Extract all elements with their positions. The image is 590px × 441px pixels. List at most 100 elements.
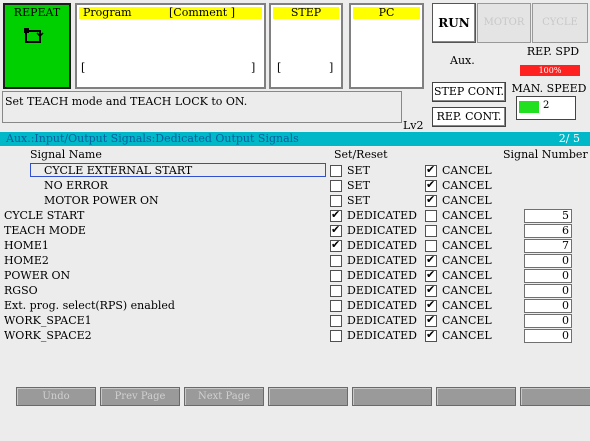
set-dedicated-checkbox[interactable] <box>330 300 342 312</box>
signal-name: CYCLE EXTERNAL START <box>44 164 193 177</box>
signal-number-field[interactable]: 7 <box>524 239 572 253</box>
table-row[interactable]: WORK_SPACE1 DEDICATED CANCEL 0 <box>0 313 590 328</box>
message-text: Set TEACH mode and TEACH LOCK to ON. <box>5 95 248 108</box>
set-dedicated-checkbox[interactable] <box>330 165 342 177</box>
program-label: Program <box>83 7 132 19</box>
step-bracket-open: [ <box>277 61 282 74</box>
cancel-label: CANCEL <box>442 299 492 312</box>
table-row[interactable]: TEACH MODE DEDICATED CANCEL 6 <box>0 223 590 238</box>
set-dedicated-checkbox[interactable] <box>330 208 342 222</box>
cancel-label: CANCEL <box>442 239 492 252</box>
table-row[interactable]: RGSO DEDICATED CANCEL 0 <box>0 283 590 298</box>
set-dedicated-label: DEDICATED <box>347 314 417 327</box>
set-dedicated-label: DEDICATED <box>347 284 417 297</box>
signal-name: TEACH MODE <box>4 224 86 237</box>
set-dedicated-checkbox[interactable] <box>330 285 342 297</box>
cancel-label: CANCEL <box>442 194 492 207</box>
cancel-checkbox[interactable] <box>425 193 437 207</box>
cancel-label: CANCEL <box>442 179 492 192</box>
signal-name: HOME2 <box>4 254 49 267</box>
cancel-checkbox[interactable] <box>425 210 437 222</box>
run-indicator: RUN <box>432 3 476 43</box>
repeat-loop-icon <box>23 27 45 45</box>
step-bracket-close: ] <box>329 61 334 74</box>
signal-number-field[interactable]: 0 <box>524 284 572 298</box>
table-row[interactable]: CYCLE EXTERNAL START SET CANCEL <box>0 163 590 178</box>
cancel-checkbox[interactable] <box>425 178 437 192</box>
screen-title: Aux.:Input/Output Signals:Dedicated Outp… <box>6 132 299 145</box>
cancel-checkbox[interactable] <box>425 298 437 312</box>
set-dedicated-checkbox[interactable] <box>330 195 342 207</box>
fkey-5-button[interactable] <box>352 387 432 406</box>
set-dedicated-label: DEDICATED <box>347 254 417 267</box>
fkey-undo-button[interactable]: Undo <box>16 387 96 406</box>
repeat-mode-indicator[interactable]: REPEAT <box>3 3 71 89</box>
signal-name: WORK_SPACE1 <box>4 314 92 327</box>
step-cont-button[interactable]: STEP CONT. <box>432 82 506 102</box>
man-speed-label: MAN. SPEED <box>511 82 587 95</box>
repeat-label: REPEAT <box>13 6 61 19</box>
page-indicator: 2/ 5 <box>558 132 580 145</box>
program-bracket-close: ] <box>251 61 256 74</box>
signal-number-field[interactable]: 0 <box>524 314 572 328</box>
set-dedicated-checkbox[interactable] <box>330 330 342 342</box>
man-speed-gauge[interactable]: 2 <box>516 96 576 120</box>
cancel-label: CANCEL <box>442 254 492 267</box>
table-row[interactable]: POWER ON DEDICATED CANCEL 0 <box>0 268 590 283</box>
set-dedicated-label: SET <box>347 194 370 207</box>
signal-name: RGSO <box>4 284 38 297</box>
bottom-status-area <box>0 406 590 441</box>
signal-number-field[interactable]: 0 <box>524 254 572 268</box>
column-signal-number: Signal Number <box>503 148 588 161</box>
set-dedicated-checkbox[interactable] <box>330 270 342 282</box>
cancel-checkbox[interactable] <box>425 253 437 267</box>
table-row[interactable]: NO ERROR SET CANCEL <box>0 178 590 193</box>
cancel-checkbox[interactable] <box>425 268 437 282</box>
set-dedicated-label: DEDICATED <box>347 224 417 237</box>
cancel-label: CANCEL <box>442 224 492 237</box>
level-indicator: Lv2 <box>403 119 424 132</box>
program-header: Program [Comment ] <box>79 7 262 19</box>
cancel-checkbox[interactable] <box>425 225 437 237</box>
program-panel[interactable]: Program [Comment ] [ ] <box>75 3 266 89</box>
table-row[interactable]: HOME2 DEDICATED CANCEL 0 <box>0 253 590 268</box>
fkey-4-button[interactable] <box>268 387 348 406</box>
pc-panel[interactable]: PC <box>349 3 424 89</box>
program-bracket-open: [ <box>81 61 86 74</box>
set-dedicated-checkbox[interactable] <box>330 255 342 267</box>
set-dedicated-checkbox[interactable] <box>330 238 342 252</box>
table-row[interactable]: HOME1 DEDICATED CANCEL 7 <box>0 238 590 253</box>
signal-name: HOME1 <box>4 239 49 252</box>
table-row[interactable]: Ext. prog. select(RPS) enabled DEDICATED C… <box>0 298 590 313</box>
fkey-prev-page-button[interactable]: Prev Page <box>100 387 180 406</box>
rep-spd-value: 100% <box>520 65 580 76</box>
cancel-checkbox[interactable] <box>425 283 437 297</box>
fkey-next-page-button[interactable]: Next Page <box>184 387 264 406</box>
set-dedicated-checkbox[interactable] <box>330 315 342 327</box>
rep-cont-button[interactable]: REP. CONT. <box>432 107 506 127</box>
cancel-checkbox[interactable] <box>425 240 437 252</box>
set-dedicated-checkbox[interactable] <box>330 180 342 192</box>
message-area: Set TEACH mode and TEACH LOCK to ON. <box>2 91 402 123</box>
signal-number-field[interactable]: 0 <box>524 299 572 313</box>
aux-label: Aux. <box>450 54 475 67</box>
cancel-checkbox[interactable] <box>425 163 437 177</box>
signal-name: NO ERROR <box>44 179 109 192</box>
step-panel[interactable]: STEP [ ] <box>269 3 343 89</box>
table-row[interactable]: MOTOR POWER ON SET CANCEL <box>0 193 590 208</box>
fkey-6-button[interactable] <box>436 387 516 406</box>
signal-number-field[interactable]: 5 <box>524 209 572 223</box>
cancel-checkbox[interactable] <box>425 328 437 342</box>
signal-number-field[interactable]: 0 <box>524 269 572 283</box>
set-dedicated-checkbox[interactable] <box>330 223 342 237</box>
fkey-7-button[interactable] <box>520 387 590 406</box>
signal-number-field[interactable]: 0 <box>524 329 572 343</box>
table-row[interactable]: CYCLE START DEDICATED CANCEL 5 <box>0 208 590 223</box>
cancel-label: CANCEL <box>442 164 492 177</box>
signal-name: Ext. prog. select(RPS) enabled <box>4 299 175 312</box>
signal-number-field[interactable]: 6 <box>524 224 572 238</box>
man-speed-fill <box>519 101 539 113</box>
table-row[interactable]: WORK_SPACE2 DEDICATED CANCEL 0 <box>0 328 590 343</box>
cancel-checkbox[interactable] <box>425 313 437 327</box>
column-set-reset: Set/Reset <box>334 148 388 161</box>
